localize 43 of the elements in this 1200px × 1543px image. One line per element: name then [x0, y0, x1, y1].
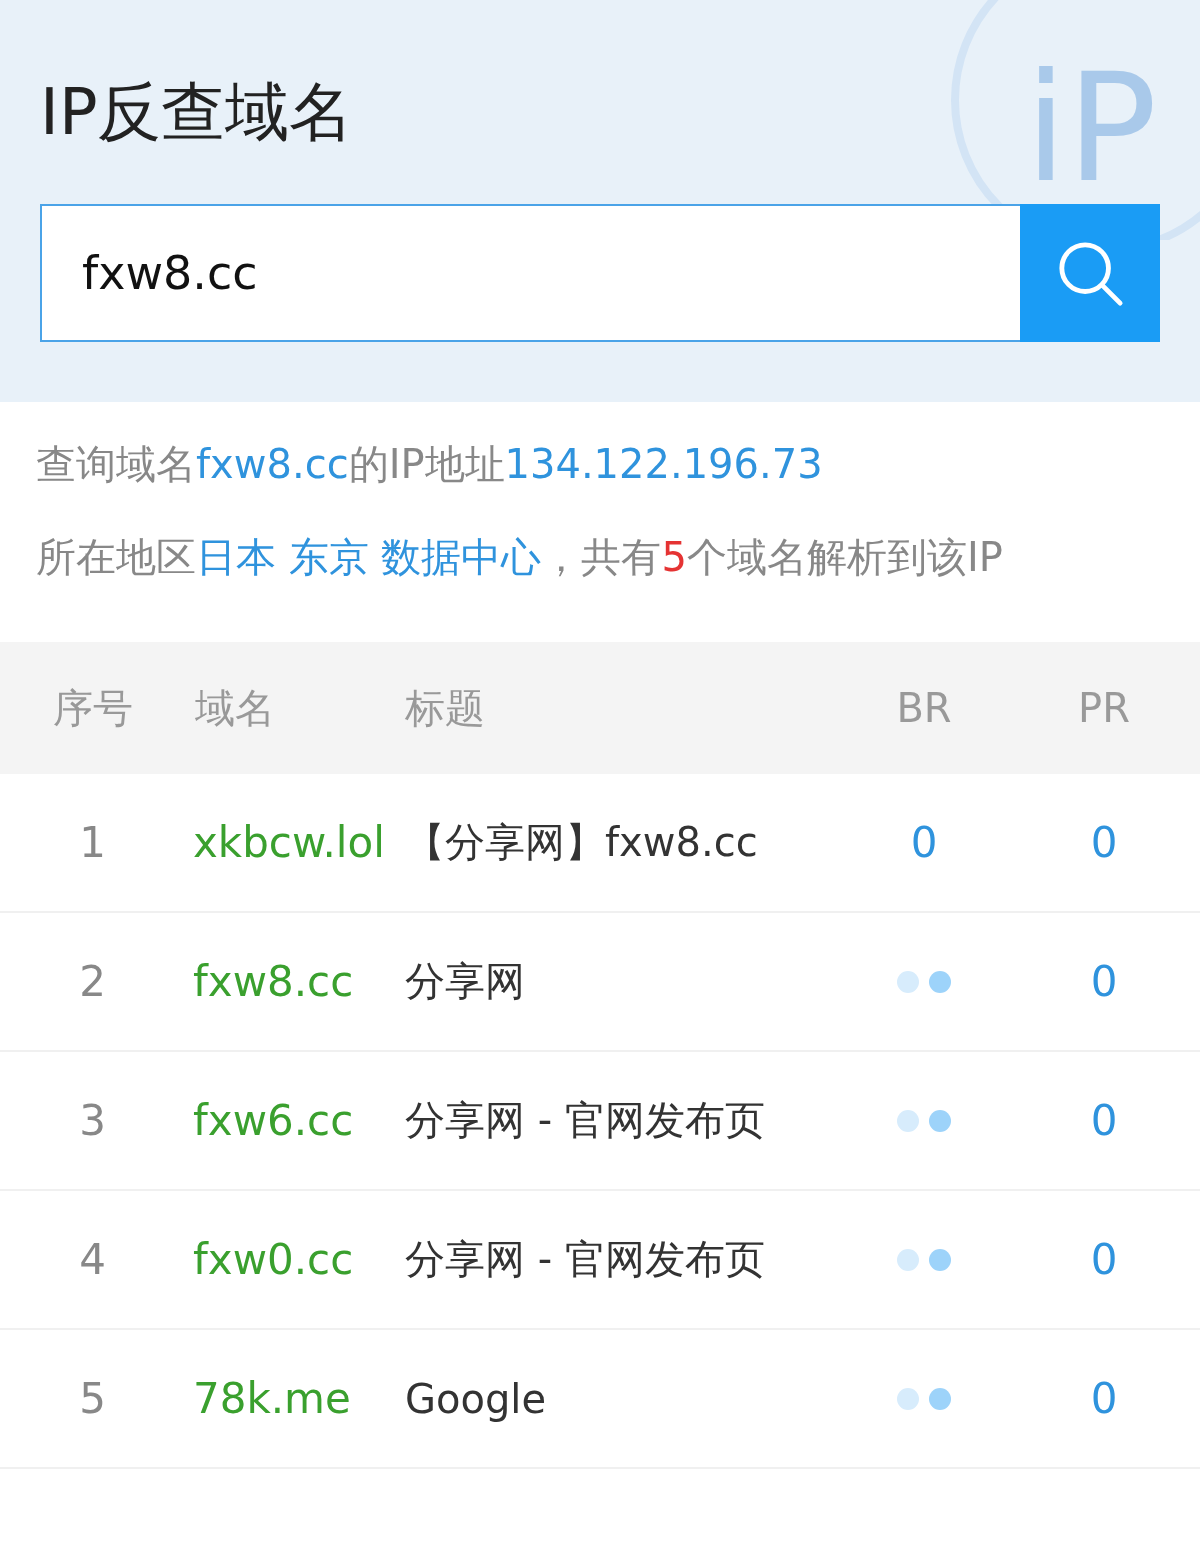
loading-icon: [897, 970, 951, 993]
domain-count: 5: [661, 534, 687, 580]
pr-value: 0: [1090, 1096, 1118, 1145]
loading-icon: [897, 1387, 951, 1410]
site-title: 分享网 - 官网发布页: [405, 1096, 765, 1145]
column-header: 标题: [405, 683, 485, 733]
loading-icon: [897, 1109, 951, 1132]
page-title: IP反查域名: [40, 74, 354, 151]
column-header: 序号: [52, 683, 133, 733]
info-link[interactable]: 日本 东京 数据中心: [196, 534, 542, 580]
info-text: 所在地区: [36, 534, 196, 580]
column-header: 域名: [195, 683, 275, 733]
domain-link[interactable]: 78k.me: [193, 1374, 351, 1423]
pr-value: 0: [1090, 818, 1118, 867]
site-title: Google: [405, 1375, 547, 1422]
site-title: 分享网: [405, 957, 525, 1006]
info-text: 个域名解析到该IP: [686, 534, 1003, 580]
info-link[interactable]: fxw8.cc: [196, 441, 349, 487]
info-link[interactable]: 134.122.196.73: [504, 441, 823, 487]
domain-link[interactable]: fxw8.cc: [193, 957, 354, 1006]
pr-value: 0: [1090, 1374, 1118, 1423]
search-button[interactable]: [1020, 204, 1160, 342]
row-number: 1: [79, 818, 106, 867]
info-text: 查询域名: [36, 441, 196, 487]
pr-value: 0: [1090, 957, 1118, 1006]
row-number: 2: [79, 957, 106, 1006]
column-header: PR: [1078, 685, 1130, 731]
pr-value: 0: [1090, 1235, 1118, 1284]
search-icon: [1056, 239, 1124, 307]
row-number: 5: [79, 1374, 106, 1423]
row-number: 4: [79, 1235, 106, 1284]
domain-link[interactable]: xkbcw.lol: [193, 818, 385, 867]
br-value: 0: [910, 818, 938, 867]
info-text: 的IP地址: [348, 441, 505, 487]
column-header: BR: [896, 685, 952, 731]
domain-link[interactable]: fxw0.cc: [193, 1235, 354, 1284]
site-title: 【分享网】fxw8.cc: [405, 818, 758, 867]
site-title: 分享网 - 官网发布页: [405, 1235, 765, 1284]
search-field[interactable]: fxw8.cc: [40, 204, 1020, 342]
info-text: ，共有: [541, 534, 662, 580]
row-number: 3: [79, 1096, 106, 1145]
loading-icon: [897, 1248, 951, 1271]
domain-link[interactable]: fxw6.cc: [193, 1096, 354, 1145]
